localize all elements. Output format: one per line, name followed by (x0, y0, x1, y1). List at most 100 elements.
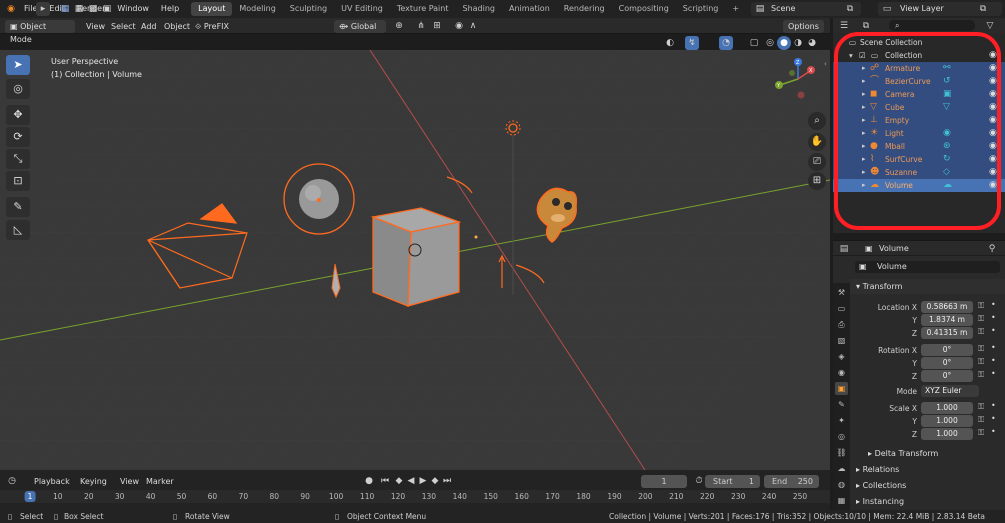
location-field-0[interactable]: 0.58663 m (921, 301, 973, 313)
start-frame-field[interactable]: Start 1 (705, 475, 760, 488)
lock-icon[interactable]: ⚿ (978, 415, 984, 425)
stopwatch-icon[interactable]: ⏱ (692, 474, 706, 488)
tab-texture-paint[interactable]: Texture Paint (390, 2, 456, 16)
tab-uv-editing[interactable]: UV Editing (334, 2, 390, 16)
end-frame-field[interactable]: End 250 (764, 475, 819, 488)
wireframe-shading-icon[interactable]: ◎ (763, 36, 777, 50)
keyframe-dot-icon[interactable]: • (991, 326, 996, 335)
tab-sculpting[interactable]: Sculpting (283, 2, 334, 16)
falloff-icon[interactable]: ∧ (466, 19, 480, 33)
tab-scripting[interactable]: Scripting (676, 2, 726, 16)
display-mode-icon[interactable]: ⧉ (859, 19, 873, 33)
intersect-select-mode-icon[interactable]: ▣ (100, 2, 114, 16)
options-dropdown[interactable]: Options (783, 20, 824, 33)
pin-icon[interactable]: ⚲ (985, 242, 999, 256)
scene-selector[interactable]: ▤ Scene ⧉ (751, 2, 861, 16)
current-frame-field[interactable]: 1 (641, 475, 687, 488)
cursor-select-icon[interactable]: ▸ (36, 2, 50, 16)
properties-editor-icon[interactable]: ▤ (837, 242, 851, 256)
transform-panel-header[interactable]: ▾ Transform (850, 279, 1005, 294)
prefix-addon-menu[interactable]: ⟐ PreFIX (195, 20, 229, 33)
move-tool-button[interactable]: ✥ (6, 105, 30, 125)
snap-icon[interactable]: ⋔ (414, 19, 428, 33)
3d-viewport[interactable]: User Perspective (1) Collection | Volume (0, 50, 830, 470)
tab-compositing[interactable]: Compositing (612, 2, 676, 16)
tab-shading[interactable]: Shading (455, 2, 502, 16)
location-field-1[interactable]: 1.8374 m (921, 314, 973, 326)
axis-gizmo[interactable]: Z X Y (770, 55, 826, 105)
panel-header-delta-transform[interactable]: ▸ Delta Transform (850, 446, 1005, 461)
proportional-edit-icon[interactable]: ◉ (452, 19, 466, 33)
camera-view-button[interactable]: ⎚ (808, 153, 826, 171)
pan-view-button[interactable]: ✋ (808, 133, 826, 151)
editor-type-icon[interactable]: ◷ (5, 474, 19, 488)
jump-start-button[interactable]: ⏮ (378, 474, 392, 488)
overlay-toggle-icon[interactable]: ◔ (719, 36, 733, 50)
rotation-mode-dropdown[interactable]: XYZ Euler (921, 385, 979, 397)
transform-tool-button[interactable]: ⊡ (6, 171, 30, 191)
measure-tool-button[interactable]: ◺ (6, 220, 30, 240)
mode-dropdown[interactable]: ▣ Object Mode (5, 20, 75, 44)
keyframe-dot-icon[interactable]: • (991, 313, 996, 322)
viewport-menu-add[interactable]: Add (141, 20, 157, 33)
extend-select-mode-icon[interactable]: ▦ (72, 2, 86, 16)
jump-end-button[interactable]: ⏭ (440, 474, 454, 488)
lock-icon[interactable]: ⚿ (978, 344, 984, 354)
rotation-field-2[interactable]: 0° (921, 370, 973, 382)
tab-layout[interactable]: Layout (191, 2, 233, 16)
record-button[interactable]: ● (362, 474, 376, 488)
subtract-select-mode-icon[interactable]: ▩ (86, 2, 100, 16)
output-tab-icon[interactable]: ⎙ (835, 318, 848, 331)
tab-rendering[interactable]: Rendering (557, 2, 612, 16)
new-scene-icon[interactable]: ⧉ (843, 2, 857, 16)
marker-menu[interactable]: Marker (146, 475, 174, 488)
sidebar-toggle[interactable]: ‹ (824, 60, 830, 74)
scale-field-0[interactable]: 1.000 (921, 402, 973, 414)
transform-orientation-dropdown[interactable]: ⟴ Global (334, 20, 386, 33)
frame-ruler[interactable]: 1 10 20 30 40 50 60 70 80 90 100 110 120 130 140 150 160… (0, 490, 830, 503)
navigation-gizmo[interactable]: Z X Y ⌕ ✋ ⎚ ⊞ (770, 55, 826, 195)
keyframe-dot-icon[interactable]: • (991, 343, 996, 352)
tab-animation[interactable]: Animation (502, 2, 557, 16)
filter-icon[interactable]: ▽ (983, 19, 997, 33)
visibility-icon[interactable]: ◐ (663, 36, 677, 50)
viewport-menu-select[interactable]: Select (111, 20, 136, 33)
solid-shading-icon[interactable]: ● (777, 36, 791, 50)
material-tab-icon[interactable]: ◍ (835, 478, 848, 491)
playback-menu[interactable]: Playback (34, 475, 70, 488)
add-workspace-button[interactable]: + (725, 2, 746, 16)
gizmo-toggle-icon[interactable]: ↯ (685, 36, 699, 50)
lock-icon[interactable]: ⚿ (978, 428, 984, 438)
object-tab-icon[interactable]: ▣ (835, 382, 848, 395)
keyframe-dot-icon[interactable]: • (991, 427, 996, 436)
outliner-editor-icon[interactable]: ☰ (837, 19, 851, 33)
zoom-view-button[interactable]: ⌕ (808, 112, 826, 130)
blender-logo-icon[interactable]: ◉ (4, 2, 18, 16)
location-field-2[interactable]: 0.41315 m (921, 327, 973, 339)
keying-menu[interactable]: Keying (80, 475, 107, 488)
lock-icon[interactable]: ⚿ (978, 301, 984, 311)
particles-tab-icon[interactable]: ✦ (835, 414, 848, 427)
modifier-tab-icon[interactable]: ✎ (835, 398, 848, 411)
render-tab-icon[interactable]: ▭ (835, 302, 848, 315)
keyframe-dot-icon[interactable]: • (991, 401, 996, 410)
new-view-layer-icon[interactable]: ⧉ (976, 2, 990, 16)
tool-tab-icon[interactable]: ⚒ (835, 286, 848, 299)
data-tab-icon[interactable]: ☁ (835, 462, 848, 475)
scale-field-1[interactable]: 1.000 (921, 415, 973, 427)
panel-header-relations[interactable]: ▸ Relations (850, 462, 1005, 477)
rotate-tool-button[interactable]: ⟳ (6, 127, 30, 147)
lock-icon[interactable]: ⚿ (978, 357, 984, 367)
panel-header-collections[interactable]: ▸ Collections (850, 478, 1005, 493)
timeline-view-menu[interactable]: View (120, 475, 139, 488)
rendered-shading-icon[interactable]: ◕ (805, 36, 819, 50)
select-tool-button[interactable]: ➤ (6, 55, 30, 75)
keyframe-dot-icon[interactable]: • (991, 369, 996, 378)
view-layer-tab-icon[interactable]: ▧ (835, 334, 848, 347)
cube-object[interactable] (370, 207, 462, 307)
keyframe-dot-icon[interactable]: • (991, 414, 996, 423)
annotate-tool-button[interactable]: ✎ (6, 197, 30, 217)
scale-tool-button[interactable]: ⤡ (6, 149, 30, 169)
lock-icon[interactable]: ⚿ (978, 327, 984, 337)
snap-target-icon[interactable]: ⊞ (430, 19, 444, 33)
